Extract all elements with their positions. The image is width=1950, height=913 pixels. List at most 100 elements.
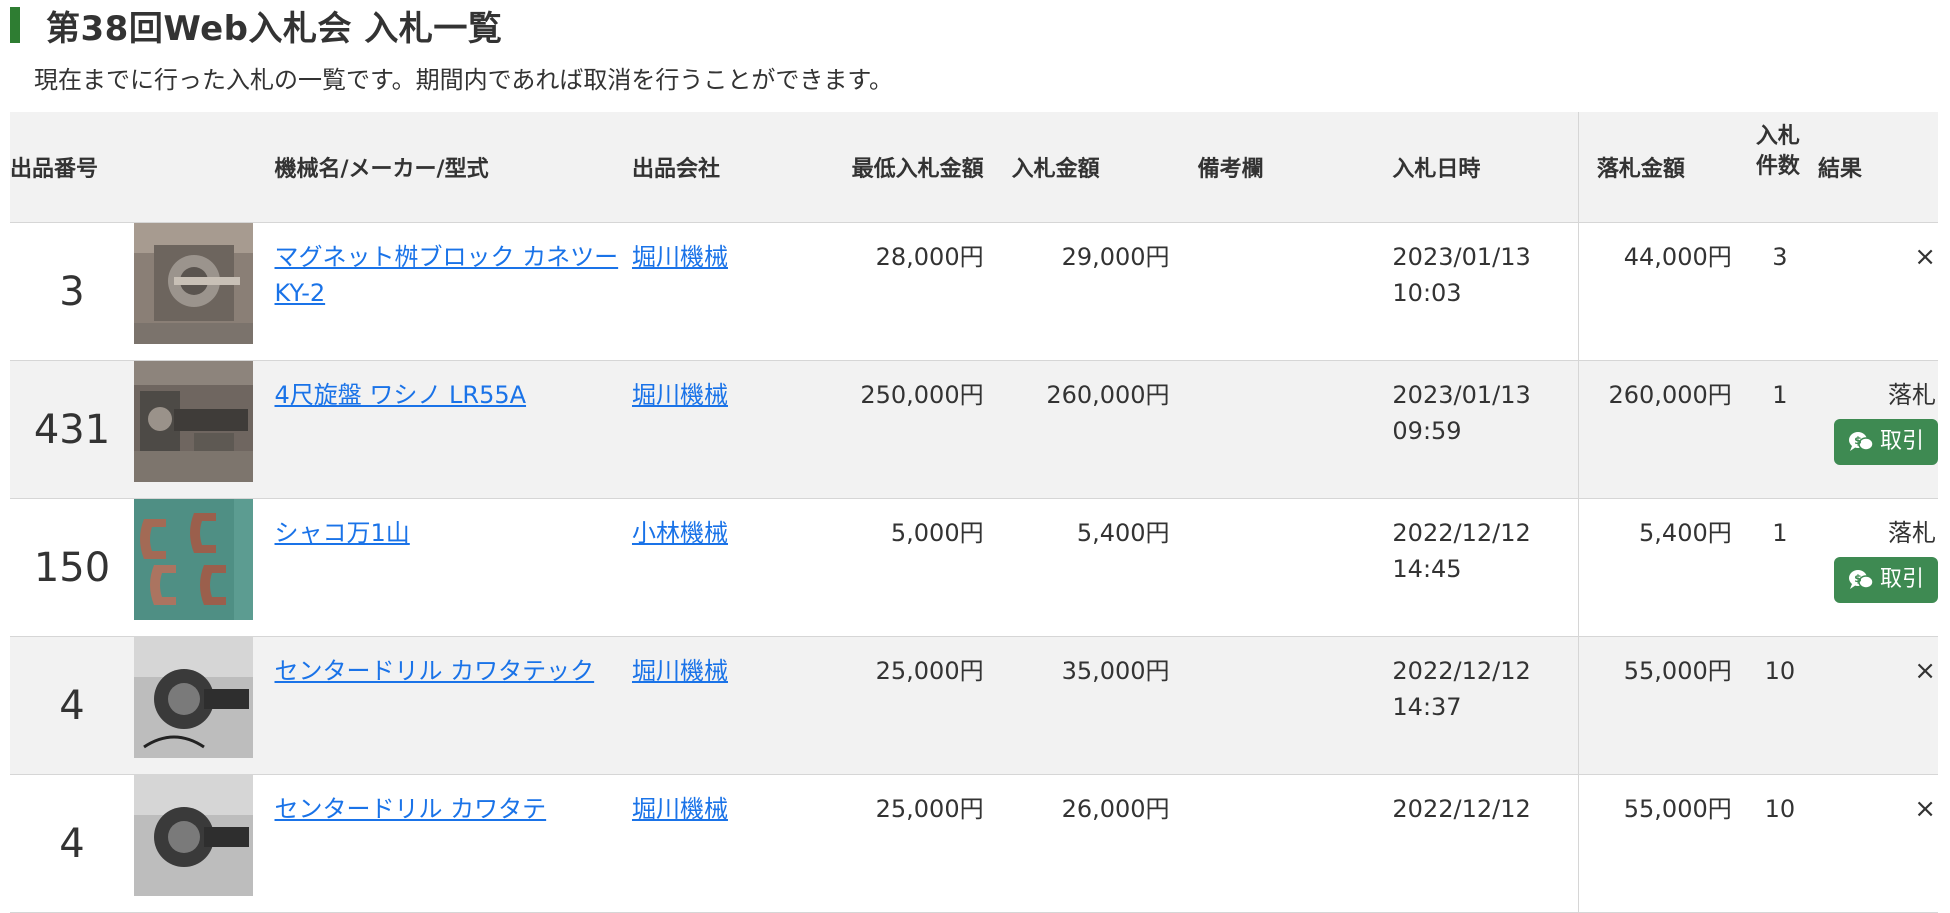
table-row: 431 4尺旋盤 ワシノ LR55A 堀川機械 250,000円 260,000… [10,360,1938,499]
company-link[interactable]: 堀川機械 [632,795,728,823]
magnet-block-photo[interactable] [133,223,253,344]
deal-button[interactable]: $ 取引 [1834,419,1938,465]
company-cell: 堀川機械 [631,774,804,913]
result-lost: × [1914,656,1936,686]
thumbnail-cell [133,774,275,913]
result-cell: × [1813,222,1938,361]
machine-cell: センタードリル カワタテ [274,774,632,913]
min-bid: 250,000円 [803,360,994,499]
bid-amount: 29,000円 [993,222,1180,361]
bid-time: 14:37 [1392,693,1462,721]
deal-button-label: 取引 [1879,567,1924,592]
min-bid: 5,000円 [803,498,994,637]
machine-cell: 4尺旋盤 ワシノ LR55A [274,360,632,499]
bid-list-table: 出品番号 機械名/メーカー/型式 出品会社 最低入札金額 入札金額 備考欄 入札… [10,112,1938,913]
machine-link[interactable]: センタードリル カワタテ [275,795,547,823]
machine-link[interactable]: センタードリル カワタテック [275,657,595,685]
header-result: 結果 [1813,112,1938,223]
machine-link[interactable]: シャコ万1山 [275,519,410,547]
company-link[interactable]: 堀川機械 [632,243,728,271]
chat-money-icon: $ [1848,432,1874,451]
remarks [1179,222,1393,361]
table-header-row: 出品番号 機械名/メーカー/型式 出品会社 最低入札金額 入札金額 備考欄 入札… [10,112,1938,223]
result-cell: 落札 $ 取引 [1813,498,1938,637]
remarks [1179,360,1393,499]
c-clamps-photo[interactable] [133,499,253,620]
bid-count: 10 [1745,774,1814,913]
bid-time: 09:59 [1392,417,1462,445]
bid-date-cell: 2022/12/12 [1392,774,1579,913]
company-link[interactable]: 堀川機械 [632,657,728,685]
remarks [1179,498,1393,637]
bid-amount: 260,000円 [993,360,1180,499]
win-price: 260,000円 [1577,360,1746,499]
company-cell: 堀川機械 [631,360,804,499]
deal-button[interactable]: $ 取引 [1834,557,1938,603]
result-lost: × [1914,794,1936,824]
company-link[interactable]: 堀川機械 [632,381,728,409]
header-company: 出品会社 [631,112,804,223]
center-drill-photo[interactable] [133,775,253,896]
header-lot-no: 出品番号 [10,112,134,223]
header-bid-label: 入札金額 [1011,157,1100,182]
machine-cell: シャコ万1山 [274,498,632,637]
header-remarks: 備考欄 [1179,112,1393,223]
bid-count: 1 [1745,360,1814,499]
bid-date: 2022/12/12 [1392,795,1531,823]
center-drill-photo[interactable] [133,637,253,758]
bid-count: 3 [1745,222,1814,361]
bid-date-cell: 2022/12/12 14:45 [1392,498,1579,637]
result-lost: × [1914,242,1936,272]
company-cell: 堀川機械 [631,222,804,361]
header-count-line2: 件数 [1755,154,1800,179]
bid-date: 2022/12/12 [1392,519,1531,547]
header-count-stack: 入札 件数 [1756,122,1800,182]
bid-date: 2023/01/13 [1392,381,1531,409]
table-row: 3 マグネット桝ブロック カネツー KY-2 堀川機械 28,000円 29,0… [10,222,1938,361]
bid-date: 2022/12/12 [1392,657,1531,685]
result-won: 落札 [1888,381,1936,409]
thumbnail-cell [133,498,275,637]
header-machine: 機械名/メーカー/型式 [274,112,632,223]
bid-amount: 26,000円 [993,774,1180,913]
page-header: 第38回Web入札会 入札一覧 [10,6,502,49]
header-bid: 入札金額 [993,112,1180,223]
min-bid: 25,000円 [803,774,994,913]
header-min-bid: 最低入札金額 [803,112,994,223]
thumbnail-cell [133,222,275,361]
bid-date-cell: 2023/01/13 09:59 [1392,360,1579,499]
deal-button-label: 取引 [1879,429,1924,454]
header-win-price: 落札金額 [1577,112,1746,223]
company-cell: 小林機械 [631,498,804,637]
header-count: 入札 件数 [1745,112,1814,223]
page-title: 第38回Web入札会 入札一覧 [46,8,503,49]
lot-number: 431 [10,360,134,499]
min-bid: 28,000円 [803,222,994,361]
svg-text:$: $ [1854,434,1862,447]
machine-link[interactable]: 4尺旋盤 ワシノ LR55A [275,381,527,409]
header-thumbnail [133,112,275,223]
bid-time: 10:03 [1392,279,1462,307]
title-accent-bar [10,7,20,43]
bid-list-table-container: 出品番号 機械名/メーカー/型式 出品会社 最低入札金額 入札金額 備考欄 入札… [10,112,1938,913]
remarks [1179,774,1393,913]
lot-number: 3 [10,222,134,361]
table-row: 4 センタードリル カワタテ 堀川機械 25,000円 26,000円 2022… [10,774,1938,913]
bid-amount: 5,400円 [993,498,1180,637]
table-row: 150 シャコ万1山 小林機械 5,000円 5,400円 2022/12/12… [10,498,1938,637]
result-won: 落札 [1888,519,1936,547]
machine-link[interactable]: マグネット桝ブロック カネツー KY-2 [275,243,619,307]
bid-count: 1 [1745,498,1814,637]
page-description: 現在までに行った入札の一覧です。期間内であれば取消を行うことができます。 [34,66,893,94]
company-link[interactable]: 小林機械 [632,519,728,547]
result-cell: 落札 $ 取引 [1813,360,1938,499]
bid-date-cell: 2023/01/13 10:03 [1392,222,1579,361]
lathe-photo[interactable] [133,361,253,482]
bid-date: 2023/01/13 [1392,243,1531,271]
header-count-line1: 入札 [1755,124,1800,149]
result-cell: × [1813,774,1938,913]
win-price: 44,000円 [1577,222,1746,361]
lot-number: 150 [10,498,134,637]
svg-text:$: $ [1854,572,1862,585]
thumbnail-cell [133,360,275,499]
